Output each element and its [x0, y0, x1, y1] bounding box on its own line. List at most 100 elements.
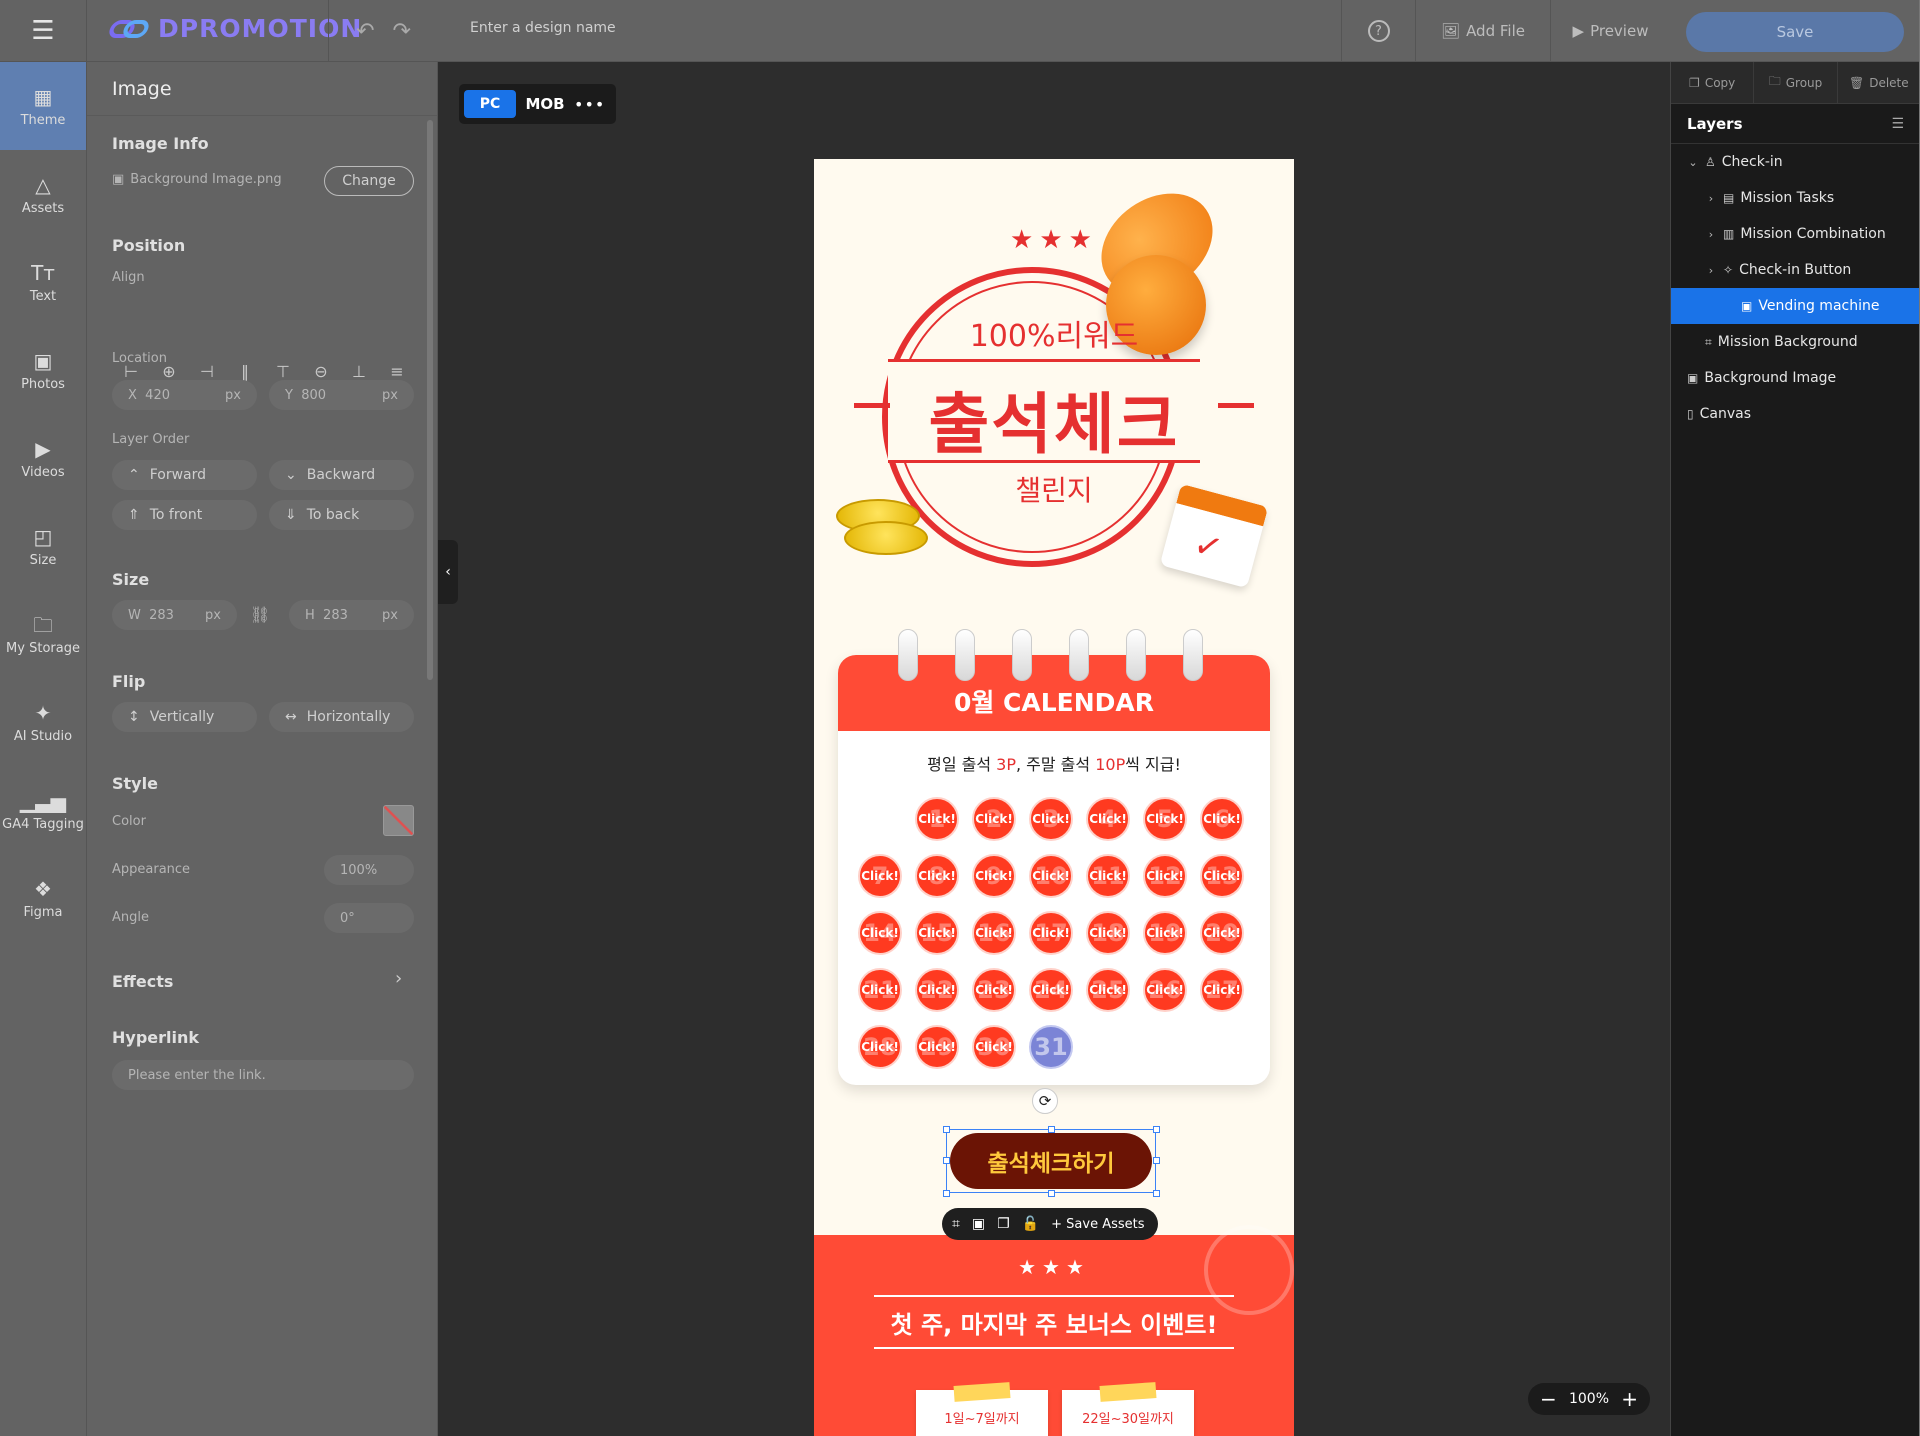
- calendar-day-button[interactable]: 5 Click!: [1143, 797, 1187, 841]
- resize-handle[interactable]: [1048, 1126, 1055, 1133]
- sidebar-item-my-storage[interactable]: 🗀 My Storage: [0, 590, 86, 678]
- delete-button[interactable]: 🗑 Delete: [1838, 62, 1920, 103]
- sidebar-item-videos[interactable]: ▶ Videos: [0, 414, 86, 502]
- effects-heading[interactable]: Effects: [112, 972, 173, 991]
- calendar-day-button[interactable]: 11 Click!: [1086, 854, 1130, 898]
- angle-field[interactable]: 0°: [324, 903, 414, 933]
- rotate-handle-icon[interactable]: ⟳: [1032, 1088, 1058, 1114]
- layer-item[interactable]: › ▤ Mission Tasks: [1671, 180, 1920, 216]
- chevron-down-icon[interactable]: ⌄: [1687, 156, 1699, 169]
- calendar-day-button[interactable]: 27 Click!: [1200, 968, 1244, 1012]
- calendar-day-button[interactable]: 28 Click!: [858, 1025, 902, 1069]
- redo-icon[interactable]: ↷: [393, 19, 411, 44]
- calendar-day-button[interactable]: 21 Click!: [858, 968, 902, 1012]
- hyperlink-input[interactable]: Please enter the link.: [112, 1060, 414, 1090]
- group-button[interactable]: 🗀 Group: [1754, 62, 1838, 103]
- calendar-day-button[interactable]: 9 Click!: [972, 854, 1016, 898]
- sidebar-item-text[interactable]: Tт Text: [0, 238, 86, 326]
- collapse-panel-button[interactable]: ‹: [438, 540, 458, 604]
- calendar-day-button[interactable]: 3 Click!: [1029, 797, 1073, 841]
- calendar-day-button[interactable]: 13 Click!: [1200, 854, 1244, 898]
- resize-handle[interactable]: [1153, 1190, 1160, 1197]
- calendar-day-button[interactable]: 8 Click!: [915, 854, 959, 898]
- resize-handle[interactable]: [1153, 1126, 1160, 1133]
- calendar-day-button[interactable]: 23 Click!: [972, 968, 1016, 1012]
- replace-image-icon[interactable]: ▣: [972, 1216, 985, 1232]
- calendar-day-button[interactable]: 4 Click!: [1086, 797, 1130, 841]
- calendar-day-button[interactable]: 29 Click!: [915, 1025, 959, 1069]
- height-field[interactable]: H 283 px: [289, 600, 414, 630]
- link-off-icon[interactable]: ⛓: [250, 605, 270, 624]
- calendar-day-button[interactable]: 12 Click!: [1143, 854, 1187, 898]
- sidebar-item-theme[interactable]: ▦ Theme: [0, 62, 86, 150]
- appearance-field[interactable]: 100%: [324, 855, 414, 885]
- sidebar-item-figma[interactable]: ❖ Figma: [0, 854, 86, 942]
- backward-button[interactable]: ⌄ Backward: [269, 460, 414, 490]
- checkin-button[interactable]: 출석체크하기: [950, 1133, 1152, 1189]
- to-back-button[interactable]: ⇓ To back: [269, 500, 414, 530]
- calendar-day-button[interactable]: 22 Click!: [915, 968, 959, 1012]
- forward-button[interactable]: ⌃ Forward: [112, 460, 257, 490]
- calendar-day-button[interactable]: 18 Click!: [1086, 911, 1130, 955]
- sidebar-item-photos[interactable]: ▣ Photos: [0, 326, 86, 414]
- x-field[interactable]: X 420 px: [112, 380, 257, 410]
- calendar-day-button[interactable]: 17 Click!: [1029, 911, 1073, 955]
- layer-item-selected[interactable]: ▣ Vending machine: [1671, 288, 1920, 324]
- lock-icon[interactable]: 🔓: [1022, 1216, 1039, 1232]
- coins-image[interactable]: [836, 499, 928, 559]
- layer-item[interactable]: ⌄ ♙ Check-in: [1671, 144, 1920, 180]
- to-front-button[interactable]: ⇑ To front: [112, 500, 257, 530]
- add-file-button[interactable]: 🖼 Add File: [1415, 0, 1550, 62]
- calendar-day-button[interactable]: 20 Click!: [1200, 911, 1244, 955]
- calendar-day-button[interactable]: 25 Click!: [1086, 968, 1130, 1012]
- chevron-right-icon[interactable]: ›: [1705, 228, 1717, 241]
- layer-item[interactable]: ▯ Canvas: [1671, 396, 1920, 432]
- chevron-right-icon[interactable]: ›: [395, 968, 402, 989]
- bonus-section[interactable]: ★★★ 첫 주, 마지막 주 보너스 이벤트! 1일~7일까지 22일~30일까…: [814, 1225, 1294, 1436]
- menu-icon[interactable]: ☰: [0, 0, 87, 62]
- resize-handle[interactable]: [943, 1126, 950, 1133]
- layer-item[interactable]: › ✧ Check-in Button: [1671, 252, 1920, 288]
- calendar-day-button[interactable]: 10 Click!: [1029, 854, 1073, 898]
- calendar-day-button[interactable]: 31: [1029, 1025, 1073, 1069]
- align-middle-icon[interactable]: ⊖: [302, 362, 340, 381]
- calendar-day-button[interactable]: 16 Click!: [972, 911, 1016, 955]
- layer-item[interactable]: ▣ Background Image: [1671, 360, 1920, 396]
- more-icon[interactable]: •••: [574, 95, 604, 114]
- color-swatch[interactable]: [383, 805, 414, 836]
- change-image-button[interactable]: Change: [324, 166, 414, 196]
- sidebar-item-ai-studio[interactable]: ✦ AI Studio: [0, 678, 86, 766]
- chevron-right-icon[interactable]: ›: [1705, 264, 1717, 277]
- calendar-day-button[interactable]: 15 Click!: [915, 911, 959, 955]
- calendar-day-button[interactable]: 14 Click!: [858, 911, 902, 955]
- calendar-day-button[interactable]: 30 Click!: [972, 1025, 1016, 1069]
- calendar-day-button[interactable]: 1 Click!: [915, 797, 959, 841]
- zoom-out-icon[interactable]: −: [1540, 1389, 1557, 1409]
- help-button[interactable]: ?: [1341, 0, 1415, 62]
- layers-options-icon[interactable]: ☰: [1891, 116, 1904, 132]
- layer-item[interactable]: ⌗ Mission Background: [1671, 324, 1920, 360]
- width-field[interactable]: W 283 px: [112, 600, 237, 630]
- design-canvas[interactable]: ★★★ 100%리워드 출석체크 챌린지 ✓ 0월 CALENDAR 평일 출석…: [814, 159, 1294, 1436]
- calendar-day-button[interactable]: 7 Click!: [858, 854, 902, 898]
- pc-tab[interactable]: PC: [464, 90, 516, 118]
- calendar-day-button[interactable]: 2 Click!: [972, 797, 1016, 841]
- align-top-icon[interactable]: ⊤: [264, 362, 302, 381]
- resize-handle[interactable]: [1153, 1157, 1160, 1164]
- chevron-right-icon[interactable]: ›: [1705, 192, 1717, 205]
- sidebar-item-assets[interactable]: △ Assets: [0, 150, 86, 238]
- design-name-input[interactable]: Enter a design name: [470, 20, 616, 36]
- sidebar-item-ga4[interactable]: ▁▃▅ GA4 Tagging: [0, 766, 86, 854]
- calendar-day-button[interactable]: 6 Click!: [1200, 797, 1244, 841]
- duplicate-icon[interactable]: ❐: [997, 1216, 1010, 1232]
- distribute-v-icon[interactable]: ≡: [378, 362, 416, 381]
- undo-icon[interactable]: ↶: [356, 19, 374, 44]
- calendar-day-button[interactable]: 26 Click!: [1143, 968, 1187, 1012]
- calendar-day-button[interactable]: 24 Click!: [1029, 968, 1073, 1012]
- mob-tab[interactable]: MOB: [522, 95, 568, 113]
- resize-handle[interactable]: [943, 1190, 950, 1197]
- panel-scrollbar[interactable]: [427, 120, 433, 680]
- layer-item[interactable]: › ▥ Mission Combination: [1671, 216, 1920, 252]
- zoom-in-icon[interactable]: +: [1621, 1389, 1638, 1409]
- flip-horizontal-button[interactable]: ↔ Horizontally: [269, 702, 414, 732]
